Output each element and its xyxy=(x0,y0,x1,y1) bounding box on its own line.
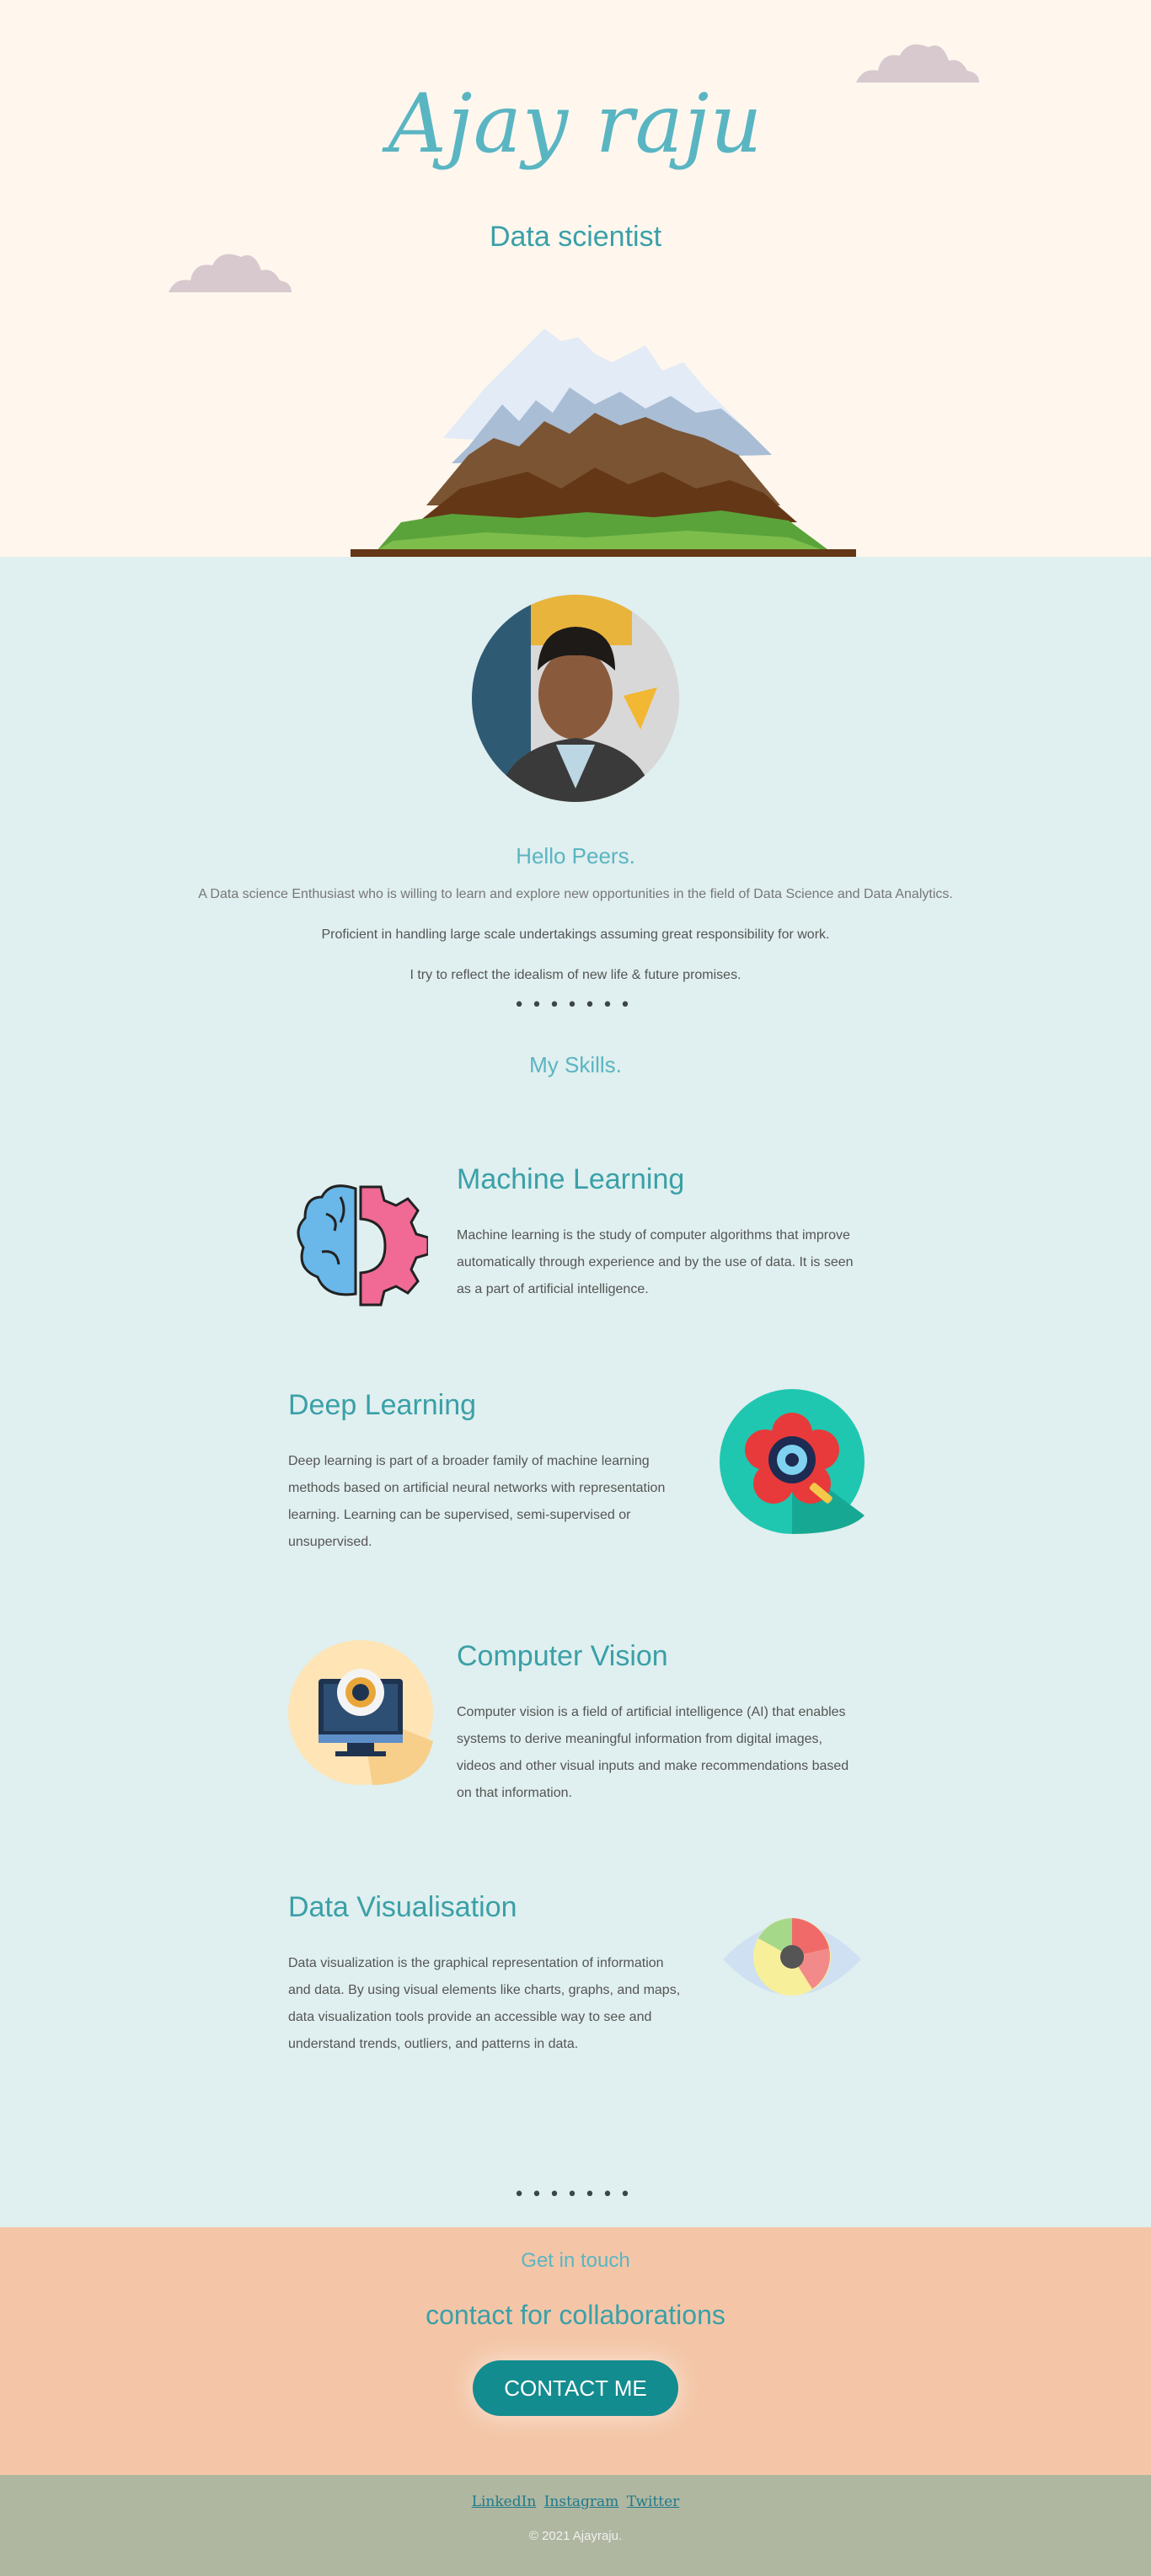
twitter-link[interactable]: Twitter xyxy=(627,2493,680,2510)
mountain-illustration xyxy=(351,329,856,557)
skills-heading: My Skills. xyxy=(529,1052,622,1077)
about-section: Hello Peers. A Data science Enthusiast w… xyxy=(0,557,1151,2227)
hero-section: Ajay raju Data scientist xyxy=(0,0,1151,557)
contact-subtitle: Get in touch xyxy=(521,2249,630,2272)
footer: LinkedIn Instagram Twitter © 2021 Ajayra… xyxy=(0,2475,1151,2576)
skill-title: Machine Learning xyxy=(457,1163,685,1195)
eye-chart-icon xyxy=(720,1905,865,2018)
skill-description: Computer vision is a field of artificial… xyxy=(457,1705,849,1800)
hero-name: Ajay raju xyxy=(388,77,763,171)
skill-title: Deep Learning xyxy=(288,1389,477,1421)
cloud-icon xyxy=(856,44,979,83)
avatar xyxy=(472,595,679,802)
intro-paragraph: Proficient in handling large scale under… xyxy=(321,927,830,942)
instagram-link[interactable]: Instagram xyxy=(544,2493,619,2510)
skill-description: Data visualization is the graphical repr… xyxy=(288,1956,681,2051)
linkedin-link[interactable]: LinkedIn xyxy=(472,2493,537,2510)
contact-title: contact for collaborations xyxy=(426,2300,725,2330)
hero-role: Data scientist xyxy=(489,221,662,253)
brain-gear-icon xyxy=(288,1172,430,1315)
greeting-heading: Hello Peers. xyxy=(516,843,635,868)
contact-section: Get in touch contact for collaborations … xyxy=(0,2227,1151,2475)
dots-divider: ••••••• xyxy=(513,995,638,1016)
skill-description: Machine learning is the study of compute… xyxy=(457,1228,854,1296)
skill-title: Data Visualisation xyxy=(288,1891,517,1923)
intro-paragraph: I try to reflect the idealism of new lif… xyxy=(410,968,741,982)
copyright-text: © 2021 Ajayraju. xyxy=(528,2529,623,2543)
dots-divider: ••••••• xyxy=(513,2184,638,2205)
skill-description: Deep learning is part of a broader famil… xyxy=(288,1454,666,1549)
skill-title: Computer Vision xyxy=(457,1640,668,1672)
flower-gear-icon xyxy=(720,1389,865,1537)
social-links: LinkedIn Instagram Twitter xyxy=(0,2493,1151,2510)
contact-me-button[interactable]: CONTACT ME xyxy=(473,2360,678,2416)
intro-paragraph: A Data science Enthusiast who is willing… xyxy=(198,887,953,901)
webcam-monitor-icon xyxy=(288,1640,433,1788)
cloud-icon xyxy=(169,254,292,292)
